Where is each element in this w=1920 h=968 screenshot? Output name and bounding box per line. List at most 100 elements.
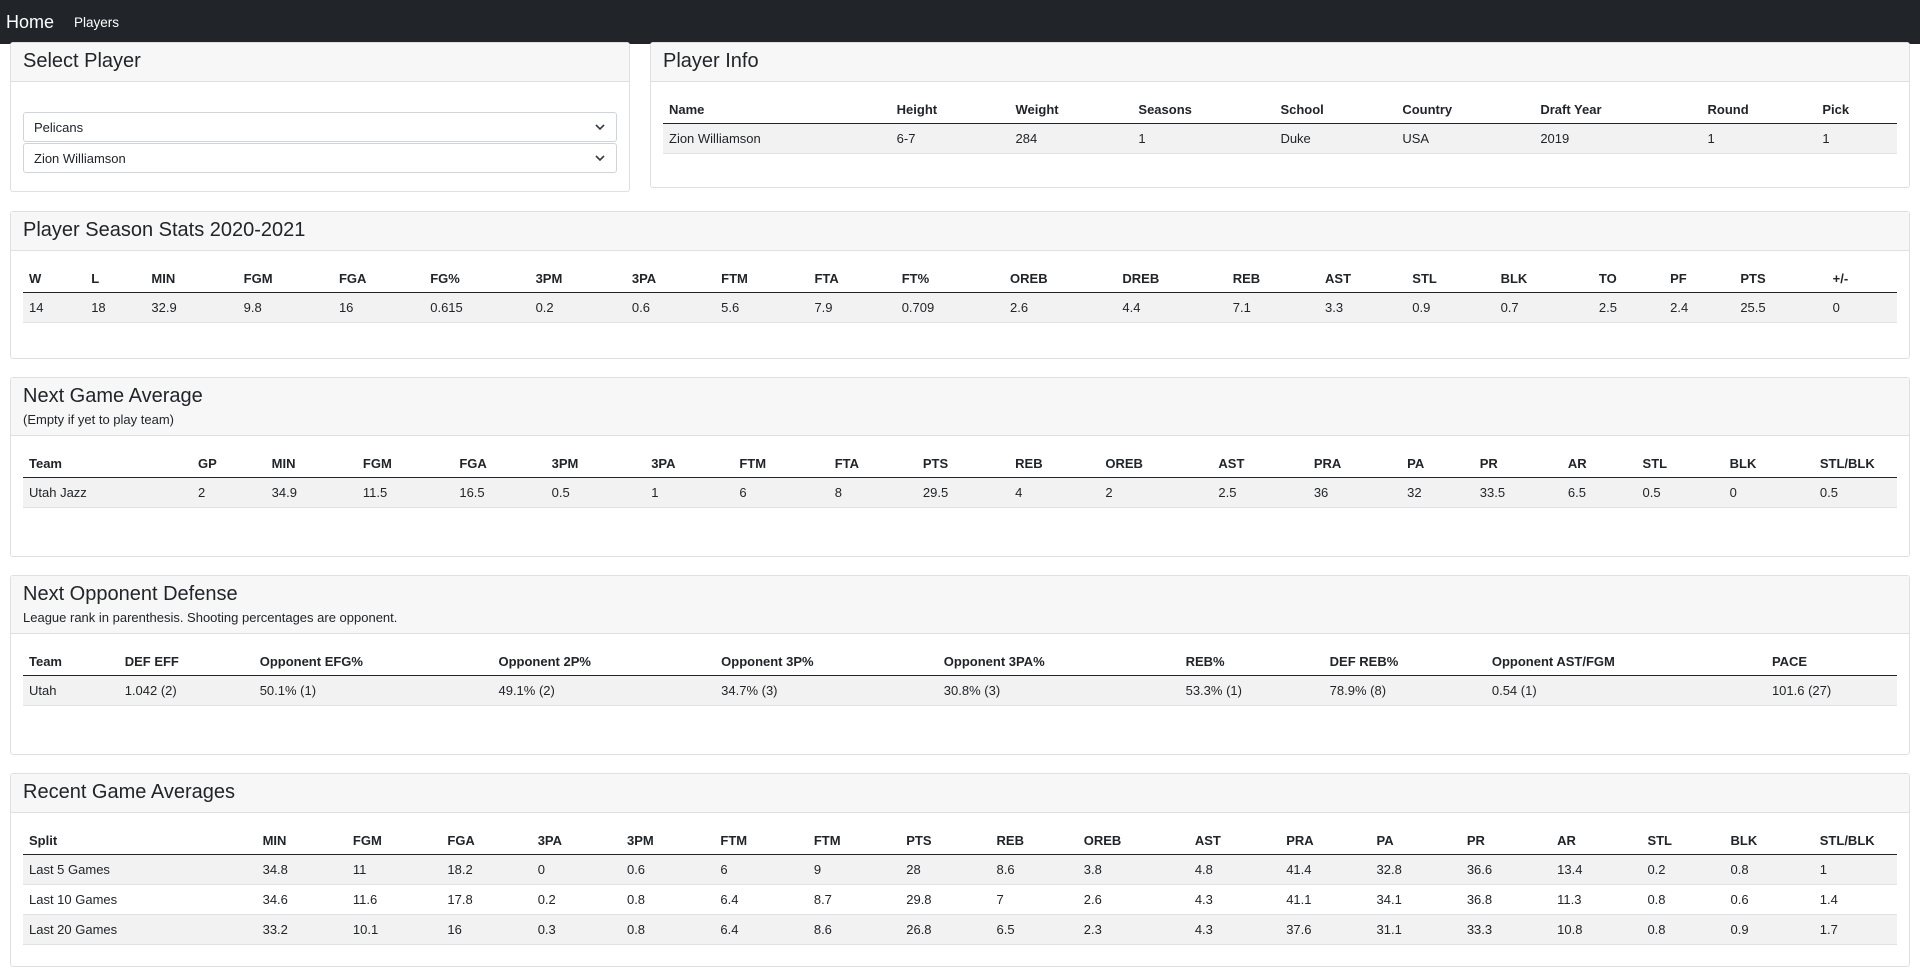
column-header: 3PM (529, 263, 626, 293)
table-row: Last 20 Games 33.2 10.1 16 0.3 0.8 6.4 8.6 26.8 6… (23, 914, 1897, 945)
chevron-down-icon (595, 155, 605, 162)
column-header: PR (1473, 448, 1562, 478)
table-cell: 4.8 (1188, 854, 1281, 885)
nav-players-link[interactable]: Players (74, 15, 119, 30)
table-row: Utah 1.042 (2) 50.1% (1) 49.1% (2) 34.7% (3)… (23, 675, 1897, 706)
table-cell: 9.8 (237, 292, 333, 323)
column-header: STL (1636, 448, 1724, 478)
table-cell: 2.5 (1212, 477, 1308, 508)
table-cell: 29.8 (900, 884, 991, 915)
table-cell: 0.6 (1724, 884, 1814, 915)
table-cell: 284 (1009, 123, 1133, 154)
column-header: MIN (145, 263, 238, 293)
column-header: TO (1592, 263, 1665, 293)
table-cell: 0.5 (1636, 477, 1724, 508)
table-cell: 6.5 (1561, 477, 1637, 508)
table-cell: 29.5 (916, 477, 1010, 508)
table-header-row: Split MIN FGM FGA 3PA 3PM FTM FTM PTS REB OREB AST P… (23, 825, 1897, 855)
table-cell: 16.5 (453, 477, 546, 508)
table-cell: 36 (1307, 477, 1402, 508)
table-cell: 2.3 (1077, 914, 1189, 945)
team-select[interactable]: Pelicans (23, 112, 617, 142)
table-cell: 36.8 (1460, 884, 1552, 915)
table-cell: 50.1% (1) (253, 675, 493, 706)
table-cell: 0.9 (1724, 914, 1814, 945)
column-header: REB% (1179, 646, 1324, 676)
column-header: FGA (332, 263, 425, 293)
table-cell: 10.1 (346, 914, 442, 945)
column-header: BLK (1494, 263, 1593, 293)
season-stats-card: Player Season Stats 2020-2021 W L MIN FGM FG… (10, 211, 1910, 359)
table-cell: 0 (531, 854, 621, 885)
column-header: L (85, 263, 146, 293)
table-cell: 11.6 (346, 884, 442, 915)
column-header: FTM (714, 825, 808, 855)
player-select[interactable]: Zion Williamson (23, 143, 617, 173)
table-cell: 37.6 (1280, 914, 1371, 945)
column-header: 3PM (620, 825, 715, 855)
table-cell: 10.8 (1551, 914, 1642, 945)
season-stats-table: W L MIN FGM FGA FG% 3PM 3PA FTM FTA FT% OREB DREB REB… (23, 263, 1897, 323)
column-header: 3PA (625, 263, 716, 293)
column-header: FGM (346, 825, 442, 855)
table-cell: 31.1 (1370, 914, 1461, 945)
column-header: Round (1701, 94, 1817, 124)
table-header-row: Team GP MIN FGM FGA 3PM 3PA FTM FTA PTS REB OREB AST… (23, 448, 1897, 478)
table-cell: 1.042 (2) (118, 675, 254, 706)
column-header: OREB (1004, 263, 1117, 293)
column-header: Opponent 3PA% (937, 646, 1180, 676)
nav-home-link[interactable]: Home (6, 12, 54, 33)
table-cell: 0 (1826, 292, 1897, 323)
column-header: AR (1561, 448, 1637, 478)
table-cell: 101.6 (27) (1765, 675, 1897, 706)
column-header: Country (1396, 94, 1535, 124)
table-cell: 6-7 (890, 123, 1010, 154)
table-cell: Last 20 Games (23, 914, 257, 945)
column-header: AST (1188, 825, 1281, 855)
table-cell: USA (1396, 123, 1535, 154)
table-cell: Utah Jazz (23, 477, 193, 508)
table-cell: 3.3 (1319, 292, 1407, 323)
recent-averages-header: Recent Game Averages (11, 774, 1909, 813)
table-cell: 16 (332, 292, 425, 323)
table-cell: 1 (1816, 123, 1897, 154)
table-cell: 0.2 (1641, 854, 1725, 885)
table-cell: 5.6 (715, 292, 809, 323)
table-cell: 41.4 (1280, 854, 1371, 885)
column-header: BLK (1723, 448, 1814, 478)
table-cell: Last 5 Games (23, 854, 257, 885)
table-cell: 30.8% (3) (937, 675, 1180, 706)
table-header-row: W L MIN FGM FGA FG% 3PM 3PA FTM FTA FT% OREB DREB REB… (23, 263, 1897, 293)
column-header: FGA (453, 448, 546, 478)
table-row: Zion Williamson 6-7 284 1 Duke USA 2019 1 1 (663, 123, 1897, 154)
table-cell: 7.1 (1226, 292, 1320, 323)
column-header: Opponent EFG% (253, 646, 493, 676)
table-cell: 1 (645, 477, 734, 508)
table-cell: 33.3 (1460, 914, 1552, 945)
column-header: OREB (1099, 448, 1213, 478)
table-cell: 6.4 (714, 884, 808, 915)
table-cell: Utah (23, 675, 119, 706)
column-header: BLK (1724, 825, 1814, 855)
chevron-down-icon (595, 124, 605, 131)
table-cell: 32 (1401, 477, 1474, 508)
table-cell: 0.8 (1641, 884, 1725, 915)
table-cell: 53.3% (1) (1179, 675, 1324, 706)
table-cell: 1 (1701, 123, 1817, 154)
table-cell: 0.7 (1494, 292, 1593, 323)
column-header: GP (192, 448, 266, 478)
table-row: Utah Jazz 2 34.9 11.5 16.5 0.5 1 6 8 29.5 4 2 2.5 36 3… (23, 477, 1897, 508)
table-cell: 33.2 (256, 914, 347, 945)
column-header: FTA (828, 448, 917, 478)
column-header: W (23, 263, 86, 293)
table-cell: 34.8 (256, 854, 347, 885)
table-cell: 0.709 (895, 292, 1005, 323)
next-game-subtitle: (Empty if yet to play team) (23, 412, 174, 427)
table-cell: 7.9 (808, 292, 896, 323)
table-cell: 34.7% (3) (715, 675, 938, 706)
column-header: FG% (424, 263, 530, 293)
column-header: FTM (733, 448, 829, 478)
table-cell: 49.1% (2) (492, 675, 716, 706)
column-header: Opponent 3P% (715, 646, 938, 676)
column-header: PF (1664, 263, 1735, 293)
